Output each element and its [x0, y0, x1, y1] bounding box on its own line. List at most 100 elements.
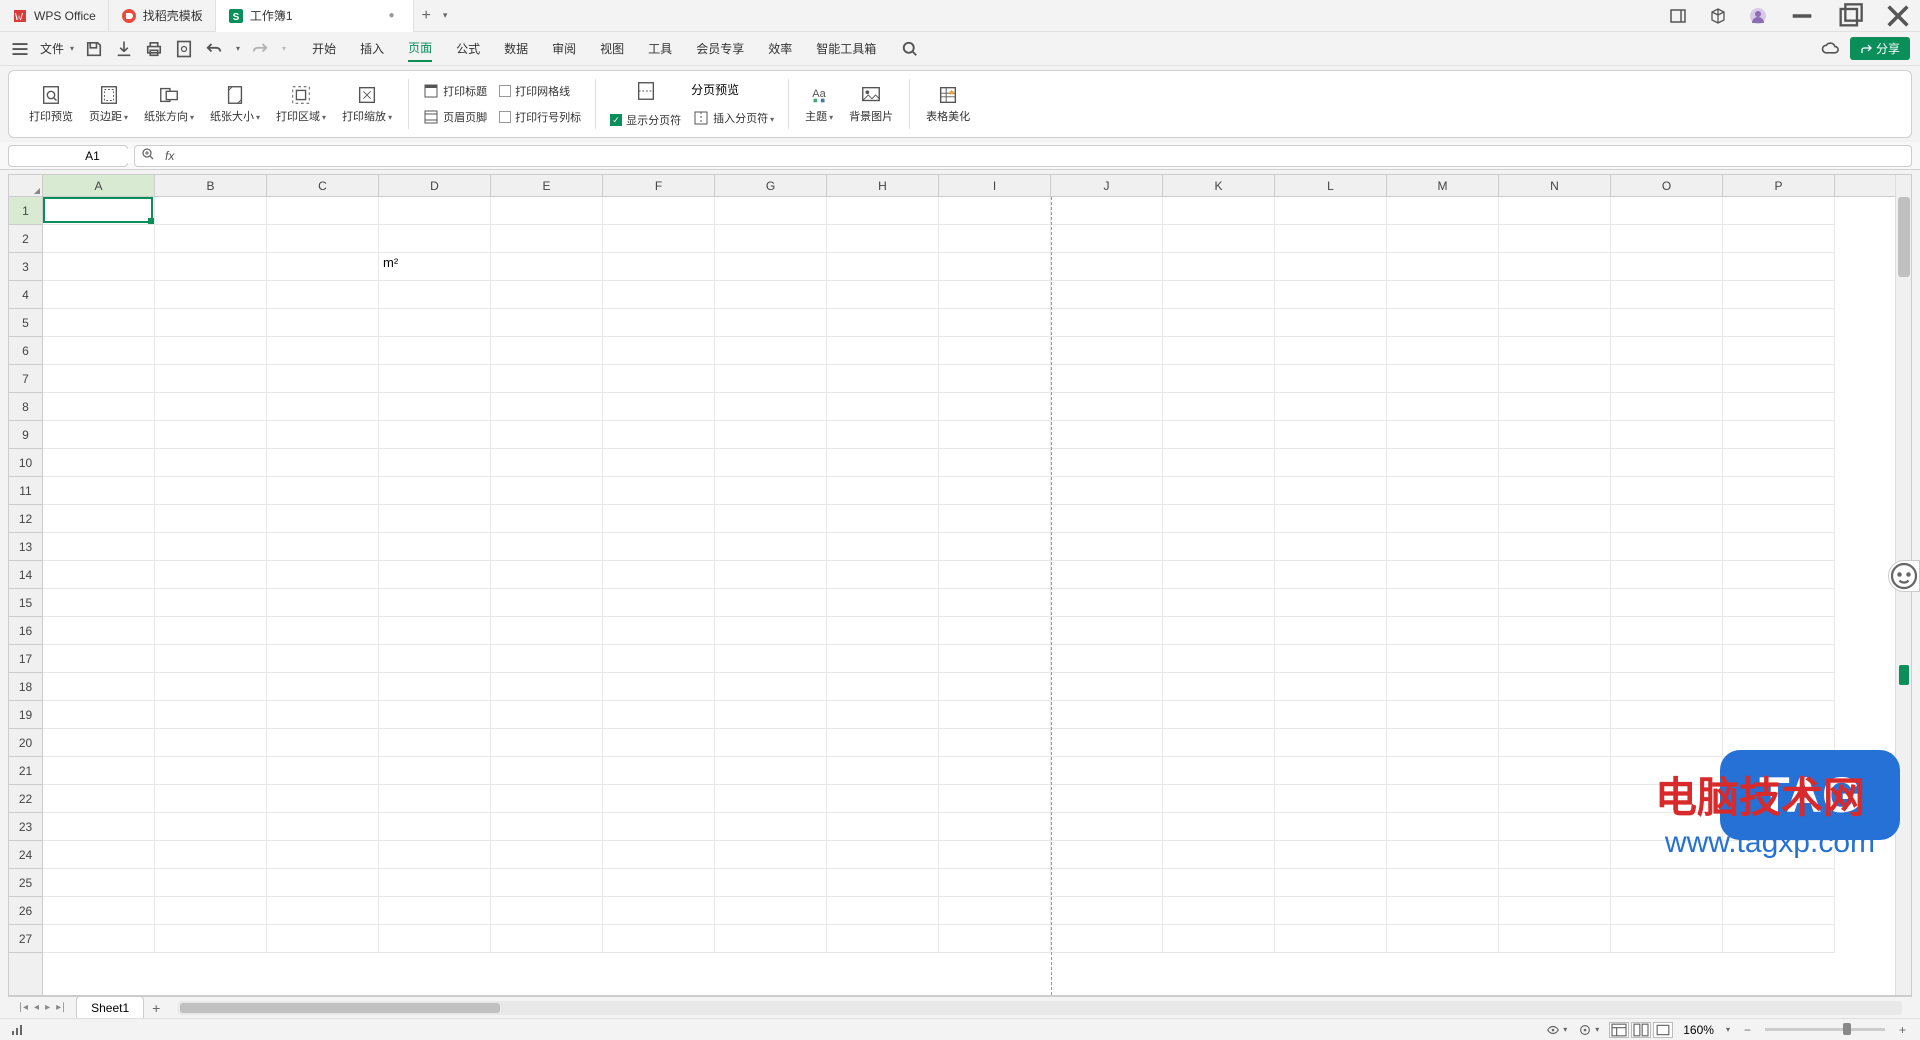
cell[interactable]: [379, 365, 491, 393]
cell[interactable]: [43, 729, 155, 757]
cell[interactable]: [1611, 253, 1723, 281]
cell[interactable]: [1611, 925, 1723, 953]
stats-icon[interactable]: [10, 1023, 24, 1037]
cell[interactable]: [1499, 729, 1611, 757]
cell[interactable]: [715, 197, 827, 225]
cell[interactable]: [939, 449, 1051, 477]
cell[interactable]: [1723, 701, 1835, 729]
cell[interactable]: [155, 589, 267, 617]
chevron-down-icon[interactable]: ▾: [1726, 1025, 1730, 1034]
cell[interactable]: [1051, 281, 1163, 309]
cell[interactable]: [379, 533, 491, 561]
cell[interactable]: [43, 617, 155, 645]
menu-tab-insert[interactable]: 插入: [360, 36, 384, 61]
cell[interactable]: [715, 869, 827, 897]
menu-icon[interactable]: [10, 39, 30, 59]
cell[interactable]: [491, 841, 603, 869]
cell[interactable]: [1163, 869, 1275, 897]
cell[interactable]: [155, 197, 267, 225]
cell[interactable]: [155, 281, 267, 309]
cell[interactable]: [715, 449, 827, 477]
page-preview-button[interactable]: [631, 78, 661, 104]
row-header[interactable]: 9: [9, 421, 42, 449]
cell[interactable]: [1387, 673, 1499, 701]
cell[interactable]: [1275, 701, 1387, 729]
cell[interactable]: [43, 673, 155, 701]
cell[interactable]: [939, 841, 1051, 869]
cell[interactable]: [1499, 869, 1611, 897]
cell[interactable]: [603, 253, 715, 281]
tab-wps-office[interactable]: WPS Office: [0, 0, 109, 32]
cell[interactable]: [939, 393, 1051, 421]
file-menu[interactable]: 文件▾: [40, 40, 74, 57]
row-header[interactable]: 7: [9, 365, 42, 393]
eye-icon[interactable]: ▾: [1545, 1023, 1567, 1037]
row-header[interactable]: 24: [9, 841, 42, 869]
cell[interactable]: [1387, 617, 1499, 645]
cell[interactable]: [715, 505, 827, 533]
row-header[interactable]: 8: [9, 393, 42, 421]
cell[interactable]: [1499, 337, 1611, 365]
cell[interactable]: [1723, 533, 1835, 561]
cell[interactable]: [939, 253, 1051, 281]
cell[interactable]: [1051, 505, 1163, 533]
row-header[interactable]: 11: [9, 477, 42, 505]
row-header[interactable]: 16: [9, 617, 42, 645]
scrollbar-thumb[interactable]: [180, 1003, 500, 1013]
cell[interactable]: [1611, 449, 1723, 477]
zoom-slider[interactable]: [1765, 1028, 1885, 1031]
cell[interactable]: [1275, 561, 1387, 589]
cell[interactable]: [1387, 197, 1499, 225]
cell[interactable]: [1163, 253, 1275, 281]
close-button[interactable]: [1884, 2, 1912, 30]
cell[interactable]: [491, 785, 603, 813]
cell[interactable]: [267, 309, 379, 337]
cell[interactable]: [1275, 225, 1387, 253]
cell[interactable]: [1051, 449, 1163, 477]
cell[interactable]: [827, 589, 939, 617]
cell[interactable]: [267, 505, 379, 533]
column-header[interactable]: E: [491, 175, 603, 196]
cell[interactable]: [1611, 897, 1723, 925]
row-header[interactable]: 15: [9, 589, 42, 617]
cell[interactable]: [1051, 225, 1163, 253]
cell[interactable]: [1275, 785, 1387, 813]
cell[interactable]: [1163, 673, 1275, 701]
row-header[interactable]: 25: [9, 869, 42, 897]
cell[interactable]: [827, 449, 939, 477]
cell[interactable]: [1051, 253, 1163, 281]
cell[interactable]: [827, 617, 939, 645]
cell[interactable]: [1611, 589, 1723, 617]
cell[interactable]: [1387, 505, 1499, 533]
cell[interactable]: [603, 533, 715, 561]
cell[interactable]: [715, 421, 827, 449]
cell[interactable]: [603, 337, 715, 365]
cell[interactable]: [267, 477, 379, 505]
cell[interactable]: [715, 533, 827, 561]
focus-icon[interactable]: ▾: [1577, 1023, 1599, 1037]
print-icon[interactable]: [144, 39, 164, 59]
minimize-button[interactable]: [1788, 2, 1816, 30]
cell[interactable]: [1499, 589, 1611, 617]
name-box[interactable]: ▾: [8, 145, 128, 167]
cell[interactable]: [1499, 197, 1611, 225]
cell[interactable]: [1387, 869, 1499, 897]
print-preview-icon[interactable]: [174, 39, 194, 59]
cell[interactable]: [43, 841, 155, 869]
cell[interactable]: [939, 533, 1051, 561]
cell[interactable]: [379, 561, 491, 589]
cell[interactable]: [379, 701, 491, 729]
cell[interactable]: [43, 645, 155, 673]
cell[interactable]: [491, 589, 603, 617]
cell[interactable]: [1723, 309, 1835, 337]
gridlines-checkbox[interactable]: 打印网格线: [497, 81, 583, 101]
row-header[interactable]: 27: [9, 925, 42, 953]
row-header[interactable]: 21: [9, 757, 42, 785]
cell[interactable]: [603, 701, 715, 729]
cell[interactable]: [1163, 449, 1275, 477]
cell[interactable]: [491, 925, 603, 953]
cell[interactable]: [1275, 533, 1387, 561]
cell[interactable]: [1387, 729, 1499, 757]
background-button[interactable]: 背景图片: [845, 82, 897, 126]
cell[interactable]: [1275, 421, 1387, 449]
